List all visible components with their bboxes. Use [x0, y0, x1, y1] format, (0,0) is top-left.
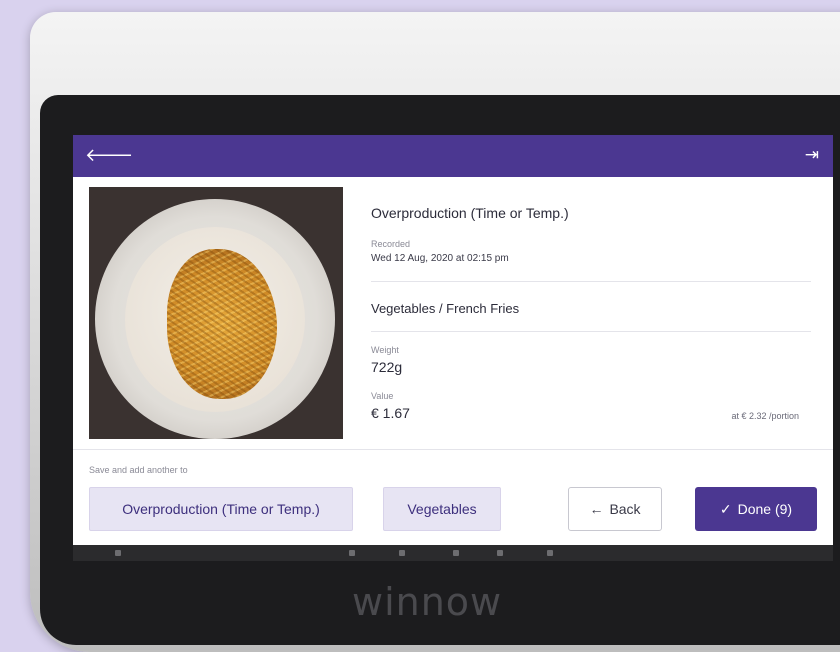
category-chip[interactable]: Vegetables [383, 487, 501, 531]
arrow-left-icon: ← [589, 501, 604, 517]
recents-nav-icon[interactable] [497, 550, 503, 556]
home-nav-icon[interactable] [453, 550, 459, 556]
value-label: Value [371, 391, 394, 401]
weight-label: Weight [371, 345, 399, 355]
done-button[interactable]: ✓ Done (9) [695, 487, 817, 531]
waste-reason: Overproduction (Time or Temp.) [371, 205, 569, 221]
divider [371, 331, 811, 332]
brand-logo: winnow [352, 580, 503, 624]
tablet-screen: 🡐 ⇥ Overproduction (Time or Temp.) Recor… [73, 135, 833, 547]
weight-value: 722g [371, 359, 403, 375]
back-nav-icon[interactable] [399, 550, 405, 556]
price-per-portion: at € 2.32 /portion [731, 411, 799, 421]
menu-icon[interactable] [115, 550, 121, 556]
volume-up-icon[interactable] [547, 550, 553, 556]
divider [371, 281, 811, 282]
check-icon: ✓ [719, 500, 732, 517]
back-arrow-icon[interactable]: 🡐 [85, 145, 133, 166]
divider [73, 449, 833, 450]
reason-chip[interactable]: Overproduction (Time or Temp.) [89, 487, 353, 531]
done-button-label: Done (9) [737, 501, 793, 517]
food-category: Vegetables / French Fries [371, 301, 520, 316]
volume-icon[interactable] [349, 550, 355, 556]
save-hint: Save and add another to [89, 465, 188, 475]
recorded-timestamp: Wed 12 Aug, 2020 at 02:15 pm [371, 253, 509, 264]
back-button[interactable]: ← Back [568, 487, 662, 531]
food-photo [89, 187, 343, 439]
android-nav-bar [73, 545, 833, 561]
cost-value: € 1.67 [371, 405, 410, 421]
back-button-label: Back [609, 501, 641, 517]
recorded-label: Recorded [371, 239, 411, 249]
top-bar: 🡐 ⇥ [73, 135, 833, 177]
exit-icon[interactable]: ⇥ [805, 145, 819, 165]
